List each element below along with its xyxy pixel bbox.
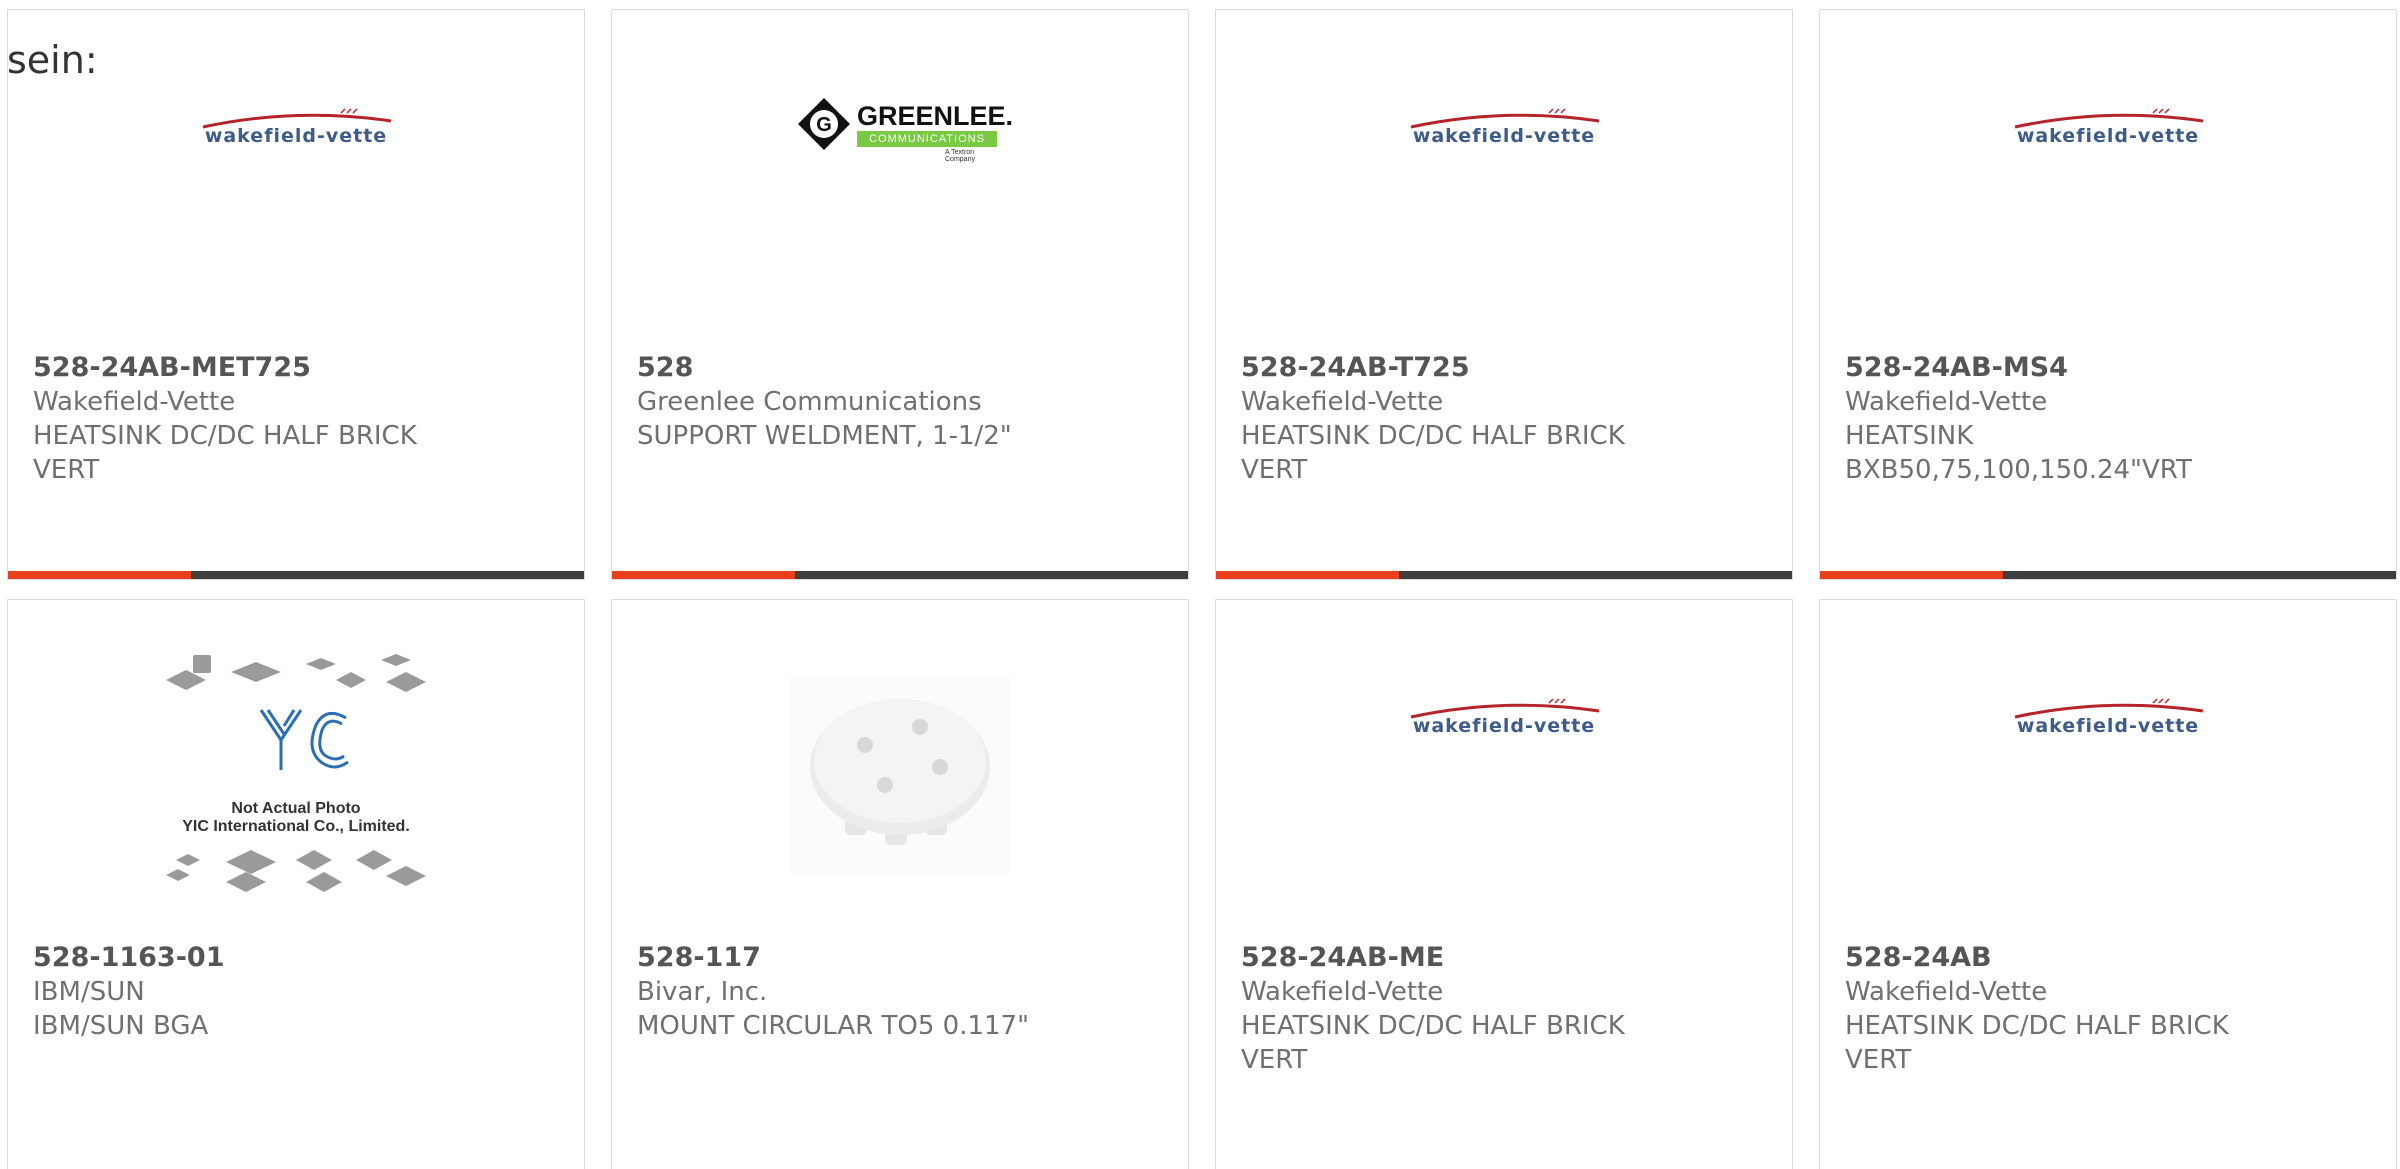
yic-placeholder-image: Not Actual Photo YIC International Co., … [156,650,436,900]
yic-caption-line1: Not Actual Photo [231,800,361,817]
description: IBM/SUN BGA [33,1011,209,1041]
manufacturer: Wakefield-Vette [1241,977,1444,1007]
wakefield-vette-wordmark: wakefield-vette [1412,125,1596,147]
part-number[interactable]: 528-117 [637,941,1163,975]
wakefield-vette-wordmark: wakefield-vette [204,125,388,147]
product-info: 528-24AB-T725 Wakefield-Vette HEATSINK D… [1241,351,1767,487]
wakefield-vette-wordmark: wakefield-vette [1412,715,1596,737]
card-bottom-bar [1820,571,2396,579]
product-image[interactable]: wakefield-vette [1216,600,1792,940]
description: HEATSINK DC/DC HALF BRICK VERT [1241,1011,1625,1075]
product-card[interactable]: wakefield-vette 528-24AB Wakefield-Vette… [1819,599,2397,1169]
wakefield-vette-logo: wakefield-vette [2003,105,2213,155]
product-info: 528 Greenlee Communications SUPPORT WELD… [637,351,1163,453]
manufacturer: Greenlee Communications [637,387,982,417]
yic-caption-line2: YIC International Co., Limited. [182,818,410,835]
card-bottom-bar [612,571,1188,579]
product-info: 528-24AB-MET725 Wakefield-Vette HEATSINK… [33,351,559,487]
intro-text: sein: [7,38,98,82]
product-card[interactable]: wakefield-vette 528-24AB-ME Wakefield-Ve… [1215,599,1793,1169]
card-accent-bar [8,571,191,579]
manufacturer: Wakefield-Vette [1845,387,2048,417]
product-image[interactable]: Not Actual Photo YIC International Co., … [8,600,584,940]
wakefield-vette-logo: wakefield-vette [2003,695,2213,745]
manufacturer: Bivar, Inc. [637,977,768,1007]
greenlee-logo: G GREENLEE. COMMUNICATIONS A Textron Com… [795,95,1013,165]
part-number[interactable]: 528-1163-01 [33,941,559,975]
product-card[interactable]: wakefield-vette 528-24AB-MET725 Wakefiel… [7,9,585,580]
product-info: 528-1163-01 IBM/SUN IBM/SUN BGA [33,941,559,1043]
product-info: 528-24AB Wakefield-Vette HEATSINK DC/DC … [1845,941,2371,1077]
product-image[interactable]: wakefield-vette [1820,10,2396,350]
card-accent-bar [612,571,795,579]
greenlee-subtitle: COMMUNICATIONS [857,131,997,147]
manufacturer: Wakefield-Vette [1241,387,1444,417]
part-number[interactable]: 528-24AB-T725 [1241,351,1767,385]
manufacturer: Wakefield-Vette [1845,977,2048,1007]
part-number[interactable]: 528-24AB [1845,941,2371,975]
product-card[interactable]: wakefield-vette 528-24AB-MS4 Wakefield-V… [1819,9,2397,580]
card-bottom-bar [8,571,584,579]
product-card[interactable]: 528-117 Bivar, Inc. MOUNT CIRCULAR TO5 0… [611,599,1189,1169]
product-image[interactable]: G GREENLEE. COMMUNICATIONS A Textron Com… [612,10,1188,350]
mount-product-photo [790,675,1010,875]
product-info: 528-117 Bivar, Inc. MOUNT CIRCULAR TO5 0… [637,941,1163,1043]
greenlee-wordmark: GREENLEE. [857,101,1014,131]
svg-text:G: G [816,114,832,136]
manufacturer: Wakefield-Vette [33,387,236,417]
manufacturer: IBM/SUN [33,977,145,1007]
greenlee-tagline: A Textron Company [945,149,975,163]
wakefield-vette-wordmark: wakefield-vette [2016,125,2200,147]
product-info: 528-24AB-ME Wakefield-Vette HEATSINK DC/… [1241,941,1767,1077]
product-info: 528-24AB-MS4 Wakefield-Vette HEATSINK BX… [1845,351,2371,487]
description: HEATSINK DC/DC HALF BRICK VERT [33,421,417,485]
wakefield-vette-logo: wakefield-vette [191,105,401,155]
product-grid: sein: wakefield-vette 528-24AB-MET725 Wa… [0,0,2400,1169]
wakefield-vette-logo: wakefield-vette [1399,695,1609,745]
greenlee-g-icon: G [798,98,850,150]
description: MOUNT CIRCULAR TO5 0.117" [637,1011,1030,1041]
description: HEATSINK BXB50,75,100,150.24"VRT [1845,421,2192,485]
card-bottom-bar [1216,571,1792,579]
product-image[interactable]: wakefield-vette [1216,10,1792,350]
description: HEATSINK DC/DC HALF BRICK VERT [1241,421,1625,485]
part-number[interactable]: 528-24AB-MET725 [33,351,559,385]
product-card[interactable]: G GREENLEE. COMMUNICATIONS A Textron Com… [611,9,1189,580]
description: SUPPORT WELDMENT, 1-1/2" [637,421,1012,451]
product-card[interactable]: Not Actual Photo YIC International Co., … [7,599,585,1169]
description: HEATSINK DC/DC HALF BRICK VERT [1845,1011,2229,1075]
product-image[interactable]: wakefield-vette [1820,600,2396,940]
card-accent-bar [1216,571,1399,579]
product-image[interactable] [612,600,1188,940]
card-accent-bar [1820,571,2003,579]
chip-illustration [166,654,426,892]
product-card[interactable]: wakefield-vette 528-24AB-T725 Wakefield-… [1215,9,1793,580]
part-number[interactable]: 528 [637,351,1163,385]
part-number[interactable]: 528-24AB-ME [1241,941,1767,975]
wakefield-vette-logo: wakefield-vette [1399,105,1609,155]
wakefield-vette-wordmark: wakefield-vette [2016,715,2200,737]
part-number[interactable]: 528-24AB-MS4 [1845,351,2371,385]
